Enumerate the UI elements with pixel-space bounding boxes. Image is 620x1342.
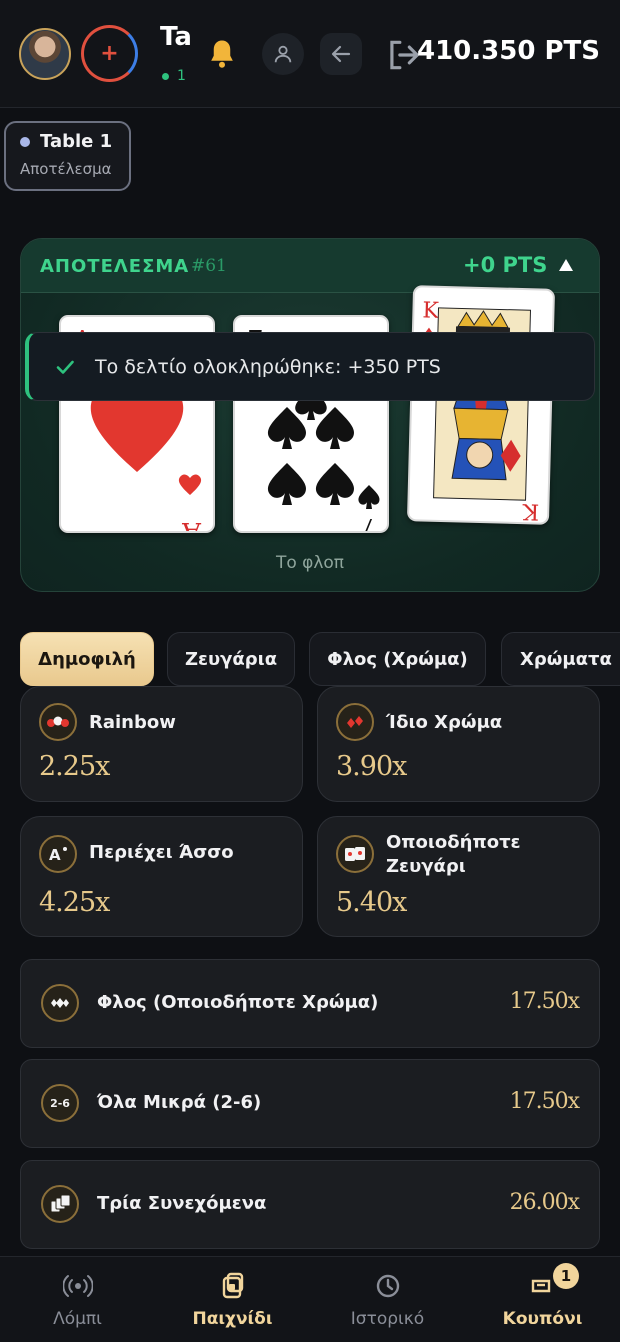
result-title: ΑΠΟΤΕΛΕΣΜΑ (40, 256, 190, 277)
online-dot-icon (162, 72, 169, 80)
bet-odds: 4.25x (39, 887, 110, 918)
checkmark-icon (56, 360, 74, 374)
tab-popular[interactable]: Δημοφιλή (20, 632, 154, 686)
pair-icon (336, 835, 374, 873)
svg-text:K: K (522, 498, 540, 523)
broadcast-icon (63, 1275, 93, 1297)
status-text: 1 (177, 68, 186, 84)
table-status: Αποτέλεσμα (20, 160, 112, 178)
success-toast[interactable]: Το δελτίο ολοκληρώθηκε: +350 PTS (25, 332, 595, 401)
connection-status: 1 (162, 68, 188, 84)
top-bar: + Ta 1 410.350 PTS (0, 0, 620, 108)
bet-odds: 17.50x (509, 1089, 580, 1114)
same-color-icon (336, 703, 374, 741)
avatar[interactable] (19, 28, 71, 80)
tab-flush[interactable]: Φλος (Χρώμα) (309, 632, 486, 686)
flop-card-3: K K (406, 285, 556, 525)
nav-label: Κουπόνι (502, 1309, 583, 1329)
bet-category-tabs: Δημοφιλή Ζευγάρια Φλος (Χρώμα) Χρώματα (20, 632, 620, 686)
bet-name: Οποιοδήποτε Ζευγάρι (386, 832, 521, 877)
back-button[interactable] (320, 33, 362, 75)
bet-option-rainbow[interactable]: Rainbow 2.25x (20, 686, 303, 802)
bet-option-any-pair[interactable]: Οποιοδήποτε Ζευγάρι 5.40x (317, 816, 600, 937)
ace-icon: A (39, 835, 77, 873)
table-selector[interactable]: Table 1 Αποτέλεσμα (4, 121, 131, 191)
nav-history[interactable]: Ιστορικό (310, 1257, 465, 1342)
brand-logo: + (81, 25, 138, 82)
table-status-dot-icon (20, 136, 30, 147)
nav-label: Παιχνίδι (192, 1309, 273, 1329)
game-icon (222, 1272, 244, 1299)
card-rank: K (422, 298, 440, 323)
svg-text:7: 7 (362, 513, 377, 531)
profile-button[interactable] (262, 33, 304, 75)
tab-pairs[interactable]: Ζευγάρια (167, 632, 295, 686)
bet-name: Φλος (Οποιοδήποτε Χρώμα) (97, 992, 379, 1013)
bet-row-three-consecutive[interactable]: Τρία Συνεχόμενα 26.00x (20, 1160, 600, 1249)
toast-message: Το δελτίο ολοκληρώθηκε: +350 PTS (95, 355, 441, 378)
bet-odds: 2.25x (39, 751, 110, 782)
rainbow-suits-icon (39, 703, 77, 741)
range-2-6-icon: 2-6 (41, 1084, 79, 1122)
bet-odds: 17.50x (509, 989, 580, 1014)
result-points: +0 PTS (463, 253, 548, 277)
bet-name: Όλα Μικρά (2-6) (97, 1092, 262, 1113)
bet-name: Τρία Συνεχόμενα (97, 1193, 267, 1214)
points-balance: 410.350 PTS (417, 36, 600, 66)
nav-coupon[interactable]: 1 Κουπόνι (465, 1257, 620, 1342)
tab-colors[interactable]: Χρώματα (501, 632, 620, 686)
user-icon (274, 45, 292, 63)
result-panel: ΑΠΟΤΕΛΕΣΜΑ #61 +0 PTS A A 7 (20, 238, 600, 592)
page-title: Ta (160, 22, 190, 52)
bet-row-all-low[interactable]: 2-6 Όλα Μικρά (2-6) 17.50x (20, 1059, 600, 1148)
coupon-count-badge: 1 (553, 1263, 579, 1289)
bet-row-flush-any[interactable]: Φλος (Οποιοδήποτε Χρώμα) 17.50x (20, 959, 600, 1048)
table-name: Table 1 (40, 131, 113, 152)
nav-lobby[interactable]: Λόμπι (0, 1257, 155, 1342)
round-id: #61 (191, 256, 227, 276)
chevron-up-icon[interactable] (558, 258, 574, 272)
straight-icon (41, 1185, 79, 1223)
result-header[interactable]: ΑΠΟΤΕΛΕΣΜΑ #61 +0 PTS (21, 239, 599, 293)
nav-label: Ιστορικό (350, 1309, 425, 1329)
king-of-diamonds-card: K K (421, 298, 540, 524)
svg-text:A: A (49, 846, 61, 864)
nav-label: Λόμπι (53, 1309, 102, 1329)
history-icon (376, 1274, 400, 1298)
svg-text:A: A (181, 516, 202, 531)
bet-option-same-color[interactable]: Ίδιο Χρώμα 3.90x (317, 686, 600, 802)
bet-odds: 26.00x (509, 1190, 580, 1215)
flush-icon (41, 984, 79, 1022)
bet-name: Περιέχει Άσσο (89, 842, 234, 863)
arrow-left-icon (331, 45, 351, 63)
bet-odds: 5.40x (336, 887, 407, 918)
bet-name: Rainbow (89, 712, 176, 733)
flop-label: Το φλοπ (275, 553, 345, 573)
nav-game[interactable]: Παιχνίδι (155, 1257, 310, 1342)
bet-name: Ίδιο Χρώμα (386, 712, 503, 733)
bottom-navigation: Λόμπι Παιχνίδι Ιστορικό 1 Κουπόνι (0, 1256, 620, 1342)
bet-option-contains-ace[interactable]: A Περιέχει Άσσο 4.25x (20, 816, 303, 937)
bell-icon[interactable] (204, 36, 240, 72)
bet-odds: 3.90x (336, 751, 407, 782)
